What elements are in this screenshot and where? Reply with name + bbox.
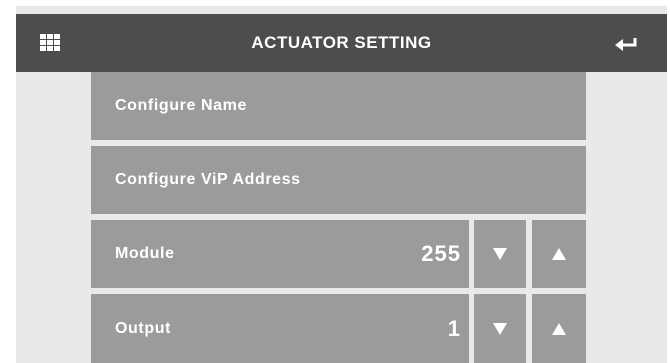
configure-name-button[interactable]: Configure Name	[91, 72, 586, 140]
output-increment-button[interactable]	[532, 294, 586, 363]
triangle-down-icon	[493, 248, 507, 260]
screen: ACTUATOR SETTING Configure Name Configur…	[16, 6, 667, 363]
page-title: ACTUATOR SETTING	[251, 33, 432, 52]
triangle-up-icon	[552, 322, 566, 335]
module-row: Module 255	[91, 220, 469, 288]
output-decrement-button[interactable]	[474, 294, 526, 363]
triangle-down-icon	[493, 322, 507, 335]
module-increment-button[interactable]	[532, 220, 586, 288]
enter-return-icon[interactable]	[614, 36, 638, 52]
configure-vip-address-label: Configure ViP Address	[115, 171, 301, 188]
module-value: 255	[421, 241, 461, 266]
header-bar: ACTUATOR SETTING	[16, 14, 667, 72]
configure-vip-address-button[interactable]: Configure ViP Address	[91, 146, 586, 214]
module-decrement-button[interactable]	[474, 220, 526, 288]
triangle-up-icon	[552, 248, 566, 260]
output-row: Output 1	[91, 294, 469, 363]
configure-name-label: Configure Name	[115, 97, 247, 114]
module-label: Module	[115, 245, 175, 262]
output-label: Output	[115, 319, 172, 337]
output-value: 1	[447, 315, 461, 341]
